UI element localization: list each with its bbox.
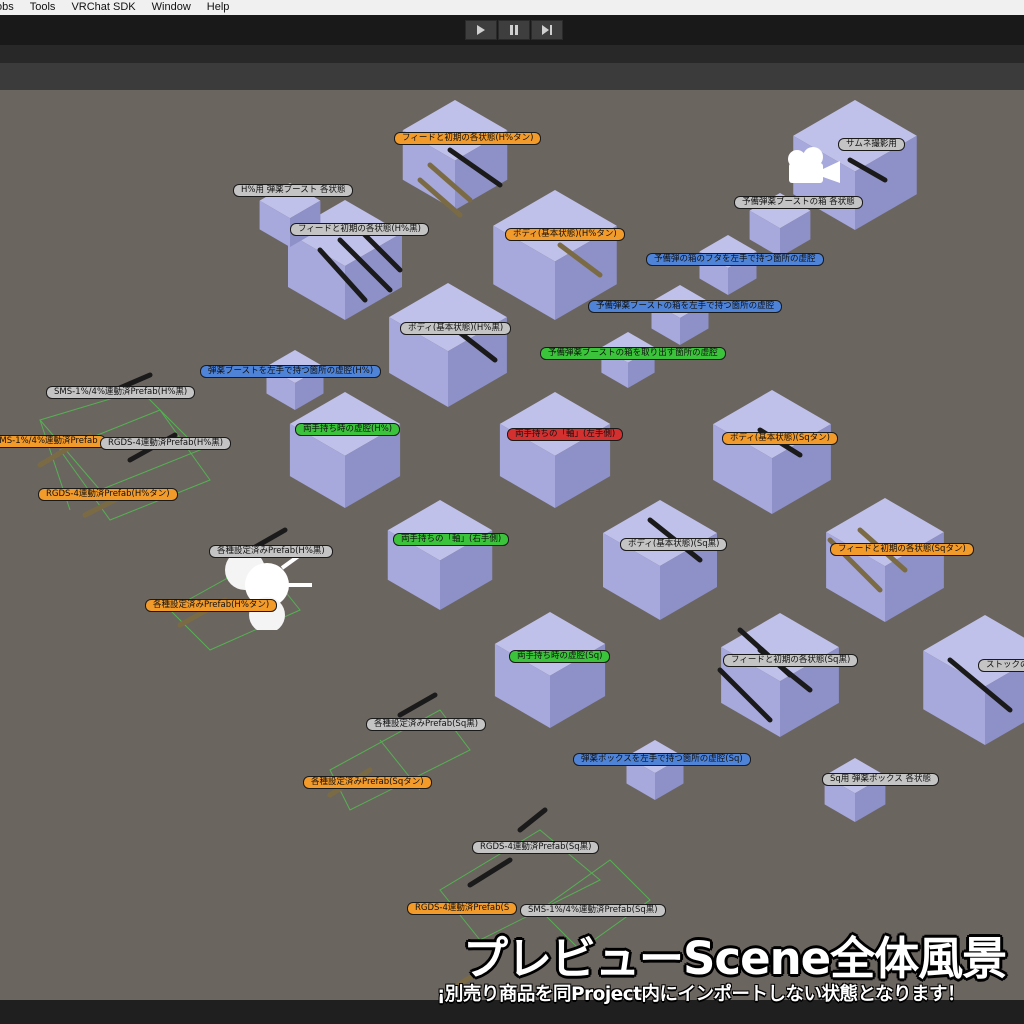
object-label[interactable]: RGDS-4連動済Prefab(H%黒) — [100, 437, 232, 450]
cube — [387, 500, 493, 610]
object-label[interactable]: 弾薬ボックスを左手で持つ箇所の虚腔(Sq) — [573, 753, 751, 766]
cube — [713, 390, 831, 514]
step-button[interactable] — [531, 20, 563, 40]
object-label[interactable]: 両手持ち時の虚腔(Sq) — [509, 650, 611, 663]
pause-icon — [510, 25, 518, 35]
object-label[interactable]: 各種設定済みPrefab(Sq黒) — [366, 718, 487, 731]
object-label[interactable]: Sq用 弾薬ボックス 各状態 — [822, 773, 939, 786]
cube — [494, 612, 606, 728]
object-label[interactable]: 各種設定済みPrefab(Sqタン) — [303, 776, 432, 789]
object-label[interactable]: 弾薬ブーストを左手で持つ箇所の虚腔(H%) — [200, 365, 382, 378]
play-button[interactable] — [465, 20, 497, 40]
object-label[interactable]: ボディ(基本状態)(Sqタン) — [722, 432, 838, 445]
object-label[interactable]: 両手持ちの「軸」(右手側) — [393, 533, 510, 546]
object-label[interactable]: ボディ(基本状態)(Sq黒) — [620, 538, 728, 551]
object-label[interactable]: 予備弾薬ブーストの箱 各状態 — [734, 196, 863, 209]
object-label[interactable]: フィードと初期の各状態(Sqタン) — [830, 543, 974, 556]
menu-help[interactable]: Help — [199, 0, 238, 15]
cube — [601, 332, 655, 388]
step-icon — [542, 25, 552, 35]
cube — [389, 283, 507, 407]
overlay-note: ¡別売り商品を同Project内にインポートしない状態となります！ — [437, 984, 965, 1005]
cube — [626, 740, 684, 800]
object-label[interactable]: 両手持ち時の虚腔(H%) — [295, 423, 401, 436]
playback-controls — [465, 20, 563, 40]
object-label[interactable]: RGDS-4連動済Prefab(H%タン) — [38, 488, 178, 501]
play-icon — [477, 25, 485, 35]
object-label[interactable]: ストックの各 — [978, 659, 1024, 672]
menu-window[interactable]: Window — [144, 0, 199, 15]
object-label[interactable]: フィードと初期の各状態(Sq黒) — [723, 654, 859, 667]
object-label[interactable]: RGDS-4連動済Prefab(Sq黒) — [472, 841, 600, 854]
cube — [499, 392, 611, 508]
object-label[interactable]: 各種設定済みPrefab(H%黒) — [209, 545, 333, 558]
object-label[interactable]: ボディ(基本状態)(H%タン) — [505, 228, 625, 241]
menu-prefabs[interactable]: obs — [0, 0, 22, 15]
object-label[interactable]: ボディ(基本状態)(H%黒) — [400, 322, 512, 335]
object-label[interactable]: SMS-1%/4%連動済Prefab(Sq黒) — [520, 904, 666, 917]
menu-vrchat-sdk[interactable]: VRChat SDK — [63, 0, 143, 15]
pause-button[interactable] — [498, 20, 530, 40]
object-label[interactable]: SMS-1%/4%連動済Prefab — [0, 435, 106, 448]
object-label[interactable]: 各種設定済みPrefab(H%タン) — [145, 599, 278, 612]
cube — [266, 350, 324, 410]
object-label[interactable]: RGDS-4連動済Prefab(S — [407, 902, 518, 915]
object-label[interactable]: H%用 弾薬ブースト 各状態 — [233, 184, 354, 197]
object-label[interactable]: フィードと初期の各状態(H%黒) — [290, 223, 429, 236]
cube — [289, 392, 401, 508]
scene-view-header — [0, 63, 1024, 90]
object-label[interactable]: 予備弾の箱のフタを左手で持つ箇所の虚腔 — [646, 253, 824, 266]
cube — [824, 758, 886, 822]
toolbar-strip — [0, 45, 1024, 63]
cube — [826, 498, 944, 622]
object-label[interactable]: サムネ撮影用 — [838, 138, 905, 151]
menu-bar: obs Tools VRChat SDK Window Help — [0, 0, 1024, 15]
overlay-title: プレビューScene全体風景 — [463, 932, 1007, 985]
camera-gizmo-icon — [788, 147, 840, 183]
object-label[interactable]: SMS-1%/4%連動済Prefab(H%黒) — [46, 386, 196, 399]
object-label[interactable]: フィードと初期の各状態(H%タン) — [394, 132, 542, 145]
object-label[interactable]: 予備弾薬ブーストの箱を取り出す箇所の虚腔 — [540, 347, 726, 360]
menu-tools[interactable]: Tools — [22, 0, 64, 15]
object-label[interactable]: 予備弾薬ブーストの箱を左手で持つ箇所の虚腔 — [588, 300, 783, 313]
cube — [651, 285, 709, 345]
scene-view[interactable]: フィードと初期の各状態(H%タン) H%用 弾薬ブースト 各状態 フィードと初期… — [0, 90, 1024, 1000]
object-label[interactable]: 両手持ちの「軸」(左手側) — [507, 428, 624, 441]
